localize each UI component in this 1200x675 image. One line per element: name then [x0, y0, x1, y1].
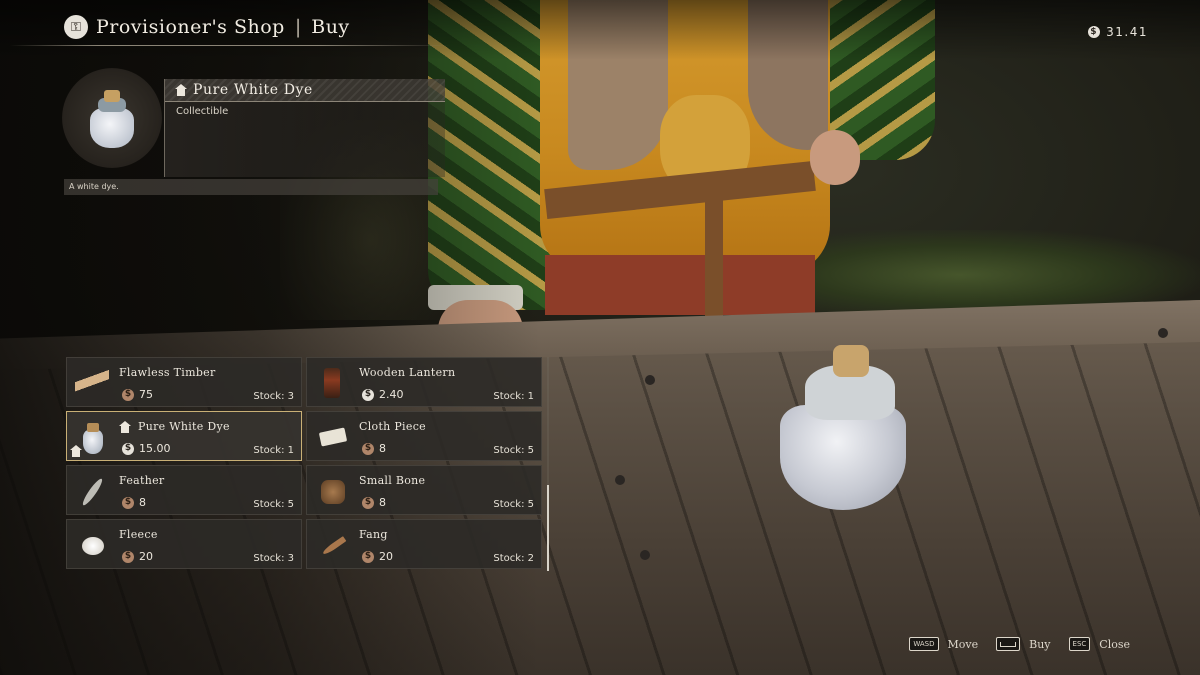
bronze-coin-icon: $	[122, 388, 134, 401]
hint-label: Close	[1099, 637, 1130, 651]
money-bag-icon: ⚿	[64, 15, 88, 39]
item-price: $ 8	[122, 496, 146, 509]
item-name: Pure White Dye	[138, 420, 230, 433]
bone-icon	[315, 474, 349, 508]
hint-close[interactable]: ESC Close	[1068, 637, 1130, 651]
shop-mode: Buy	[311, 16, 350, 38]
item-price-value: 8	[139, 496, 146, 509]
silver-coin-icon: $	[122, 442, 134, 455]
shop-title: Provisioner's Shop	[96, 16, 285, 38]
hint-move[interactable]: WASD Move	[909, 637, 978, 651]
item-price-value: 15.00	[139, 442, 171, 455]
fang-icon	[315, 528, 349, 562]
item-stock: Stock: 5	[493, 445, 534, 456]
hint-label: Move	[947, 637, 979, 651]
item-detail-panel: Pure White Dye Collectible	[164, 79, 445, 177]
scrollbar-thumb[interactable]	[547, 485, 549, 571]
item-price-value: 20	[379, 550, 393, 563]
item-wooden-lantern[interactable]: Wooden Lantern $ 2.40 Stock: 1	[306, 357, 542, 407]
item-grid: Flawless Timber $ 75 Stock: 3 Wooden Lan…	[66, 357, 542, 571]
item-fleece[interactable]: Fleece $ 20 Stock: 3	[66, 519, 302, 569]
item-list-scrollbar[interactable]	[547, 357, 549, 571]
item-price: $ 75	[122, 388, 153, 401]
dye-bottle-icon	[90, 90, 134, 148]
selected-item-description: A white dye.	[64, 179, 438, 195]
bronze-coin-icon: $	[122, 550, 134, 563]
item-stock: Stock: 3	[253, 391, 294, 402]
item-stock: Stock: 5	[253, 499, 294, 510]
item-flawless-timber[interactable]: Flawless Timber $ 75 Stock: 3	[66, 357, 302, 407]
item-price-value: 2.40	[379, 388, 404, 401]
esc-key-icon: ESC	[1068, 637, 1091, 651]
space-key-icon	[996, 637, 1021, 651]
bronze-coin-icon: $	[122, 496, 134, 509]
timber-icon	[75, 366, 109, 400]
item-name: Cloth Piece	[359, 420, 426, 433]
bronze-coin-icon: $	[362, 550, 374, 563]
bronze-coin-icon: $	[362, 496, 374, 509]
selected-item-name: Pure White Dye	[193, 82, 313, 98]
item-price-value: 8	[379, 442, 386, 455]
selected-item-category: Collectible	[176, 106, 229, 117]
feather-icon	[75, 474, 109, 508]
header-separator: |	[294, 16, 302, 38]
item-small-bone[interactable]: Small Bone $ 8 Stock: 5	[306, 465, 542, 515]
hint-label: Buy	[1029, 637, 1051, 651]
item-price: $ 15.00	[122, 442, 171, 455]
house-icon	[70, 445, 82, 457]
item-fang[interactable]: Fang $ 20 Stock: 2	[306, 519, 542, 569]
item-stock: Stock: 1	[493, 391, 534, 402]
house-icon	[119, 420, 131, 433]
wallet-amount: 31.41	[1106, 25, 1148, 39]
wallet-balance: $ 31.41	[1088, 25, 1148, 39]
item-price: $ 2.40	[362, 388, 404, 401]
item-pure-white-dye[interactable]: Pure White Dye $ 15.00 Stock: 1	[66, 411, 302, 461]
item-cloth-piece[interactable]: Cloth Piece $ 8 Stock: 5	[306, 411, 542, 461]
wasd-key-icon: WASD	[909, 637, 939, 651]
hint-buy[interactable]: Buy	[996, 637, 1051, 651]
header-divider	[10, 45, 450, 46]
silver-coin-icon: $	[1088, 26, 1101, 38]
item-name: Flawless Timber	[119, 366, 216, 379]
item-price-value: 8	[379, 496, 386, 509]
house-icon	[175, 84, 187, 96]
item-name: Wooden Lantern	[359, 366, 456, 379]
item-price: $ 8	[362, 496, 386, 509]
item-name: Small Bone	[359, 474, 426, 487]
fleece-icon	[75, 528, 109, 562]
item-price: $ 20	[122, 550, 153, 563]
item-stock: Stock: 5	[493, 499, 534, 510]
selected-item-thumbnail	[62, 68, 162, 168]
control-hints: WASD Move Buy ESC Close	[901, 637, 1130, 651]
item-stock: Stock: 3	[253, 553, 294, 564]
item-name: Fleece	[119, 528, 158, 541]
item-feather[interactable]: Feather $ 8 Stock: 5	[66, 465, 302, 515]
lantern-icon	[315, 366, 349, 400]
item-name: Fang	[359, 528, 388, 541]
item-price: $ 8	[362, 442, 386, 455]
item-price-value: 20	[139, 550, 153, 563]
bronze-coin-icon: $	[362, 442, 374, 455]
item-stock: Stock: 1	[253, 445, 294, 456]
item-price: $ 20	[362, 550, 393, 563]
item-stock: Stock: 2	[493, 553, 534, 564]
shop-header: ⚿ Provisioner's Shop | Buy	[64, 15, 350, 39]
item-price-value: 75	[139, 388, 153, 401]
cloth-icon	[315, 420, 349, 454]
silver-coin-icon: $	[362, 388, 374, 401]
item-name: Feather	[119, 474, 165, 487]
